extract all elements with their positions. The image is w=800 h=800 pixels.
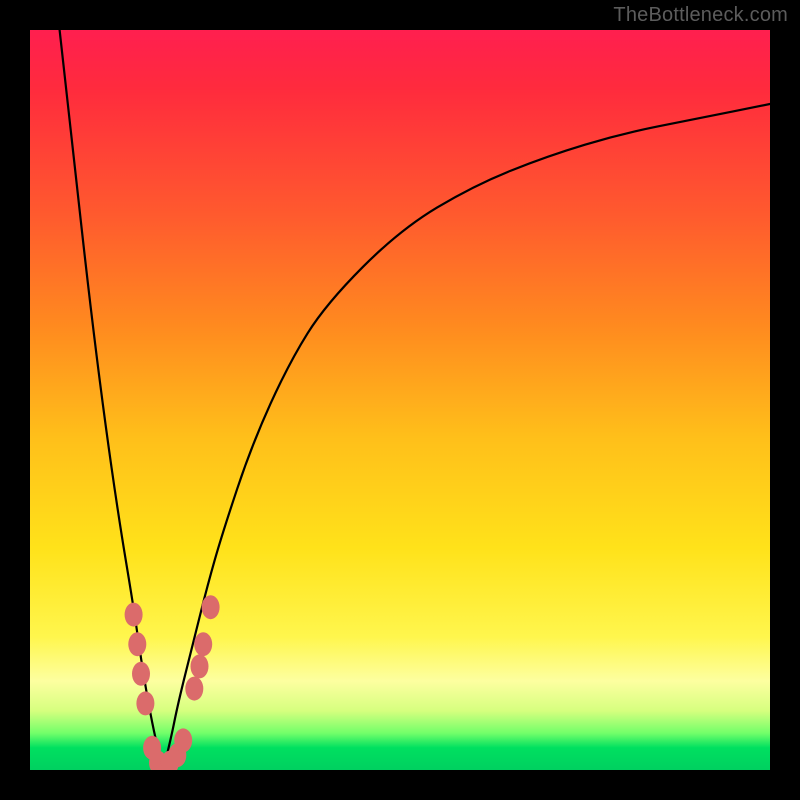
marker-point [136, 691, 154, 715]
plot-area [30, 30, 770, 770]
chart-frame: TheBottleneck.com [0, 0, 800, 800]
curve-layer [30, 30, 770, 770]
marker-point [125, 603, 143, 627]
marker-point [174, 728, 192, 752]
marker-point [191, 654, 209, 678]
curve-left-branch [60, 30, 164, 770]
marker-point [128, 632, 146, 656]
marker-point [132, 662, 150, 686]
watermark-text: TheBottleneck.com [613, 4, 788, 27]
marker-point [202, 595, 220, 619]
marker-point [194, 632, 212, 656]
curve-right-branch [163, 104, 770, 770]
marker-point [185, 677, 203, 701]
highlighted-markers [125, 595, 220, 770]
